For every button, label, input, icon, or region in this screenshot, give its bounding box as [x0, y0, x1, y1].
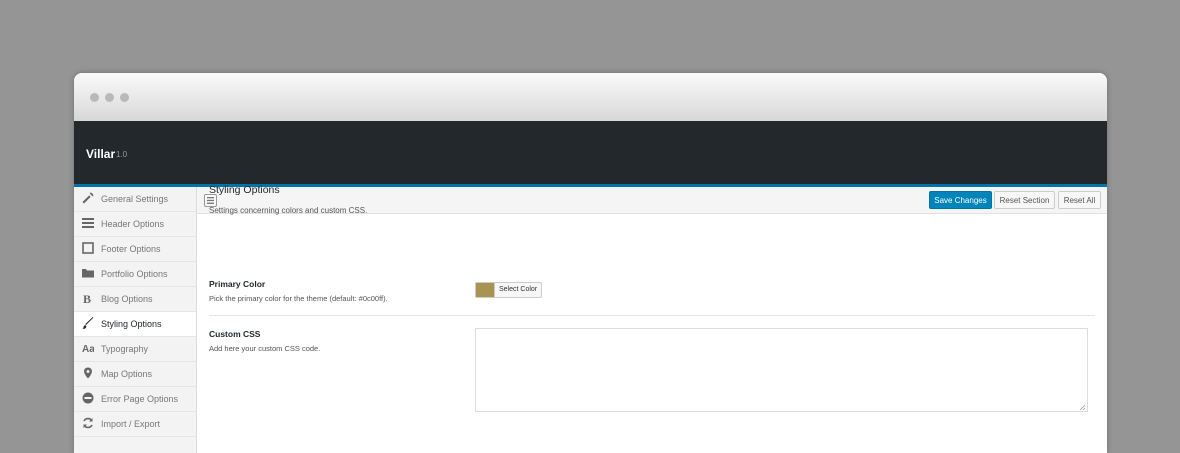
sidebar-item-footer-options[interactable]: Footer Options: [74, 237, 196, 262]
primary-color-picker[interactable]: Select Color: [475, 282, 543, 298]
svg-text:B: B: [83, 292, 91, 304]
sidebar-item-general-settings[interactable]: General Settings: [74, 187, 196, 212]
section-description: Settings concerning colors and custom CS…: [209, 206, 368, 215]
theme-version: 1.0: [116, 150, 128, 159]
sidebar-item-map-options[interactable]: Map Options: [74, 362, 196, 387]
primary-color-description: Pick the primary color for the theme (de…: [209, 294, 388, 303]
browser-window: Villar 1.0 General Settings Header Optio…: [74, 73, 1107, 453]
window-dot-close[interactable]: [90, 93, 99, 102]
sidebar-item-label: Blog Options: [101, 294, 153, 304]
custom-css-title: Custom CSS: [209, 329, 261, 339]
sidebar-item-portfolio-options[interactable]: Portfolio Options: [74, 262, 196, 287]
theme-name: Villar: [86, 147, 116, 161]
window-dot-minimize[interactable]: [105, 93, 114, 102]
sidebar-item-label: Typography: [101, 344, 149, 354]
font-icon: Aa: [82, 342, 95, 355]
refresh-icon: [82, 417, 94, 429]
sidebar: General Settings Header Options Footer O…: [74, 187, 197, 453]
sidebar-item-label: Styling Options: [101, 319, 162, 329]
primary-color-swatch[interactable]: [476, 283, 494, 297]
sidebar-item-header-options[interactable]: Header Options: [74, 212, 196, 237]
window-dot-maximize[interactable]: [120, 93, 129, 102]
folder-icon: [82, 267, 94, 279]
map-pin-icon: [82, 367, 94, 379]
sidebar-item-error-page-options[interactable]: Error Page Options: [74, 387, 196, 412]
sidebar-item-label: Footer Options: [101, 244, 161, 254]
sidebar-item-label: General Settings: [101, 194, 169, 204]
bold-b-icon: B: [82, 292, 94, 306]
sidebar-item-typography[interactable]: Aa Typography: [74, 337, 196, 362]
menu-icon: [82, 217, 94, 229]
sidebar-item-label: Import / Export: [101, 419, 161, 429]
field-divider: [209, 315, 1095, 316]
sidebar-item-label: Header Options: [101, 219, 165, 229]
brush-icon: [82, 317, 94, 329]
minus-circle-icon: [82, 392, 94, 404]
sidebar-item-blog-options[interactable]: B Blog Options: [74, 287, 196, 312]
sidebar-item-import-export[interactable]: Import / Export: [74, 412, 196, 437]
section-title: Styling Options: [209, 184, 280, 196]
custom-css-description: Add here your custom CSS code.: [209, 344, 321, 353]
sidebar-item-label: Error Page Options: [101, 394, 179, 404]
square-icon: [82, 242, 94, 254]
svg-text:Aa: Aa: [82, 344, 94, 354]
sidebar-item-label: Portfolio Options: [101, 269, 168, 279]
options-content: Styling Options Settings concerning colo…: [197, 73, 1107, 453]
custom-css-textarea[interactable]: [475, 328, 1088, 412]
sidebar-item-label: Map Options: [101, 369, 153, 379]
resize-grip-icon[interactable]: [1079, 404, 1086, 411]
primary-color-title: Primary Color: [209, 279, 266, 289]
select-color-button[interactable]: Select Color: [494, 283, 541, 297]
wrench-icon: [82, 192, 94, 204]
sidebar-item-styling-options[interactable]: Styling Options: [74, 312, 196, 337]
